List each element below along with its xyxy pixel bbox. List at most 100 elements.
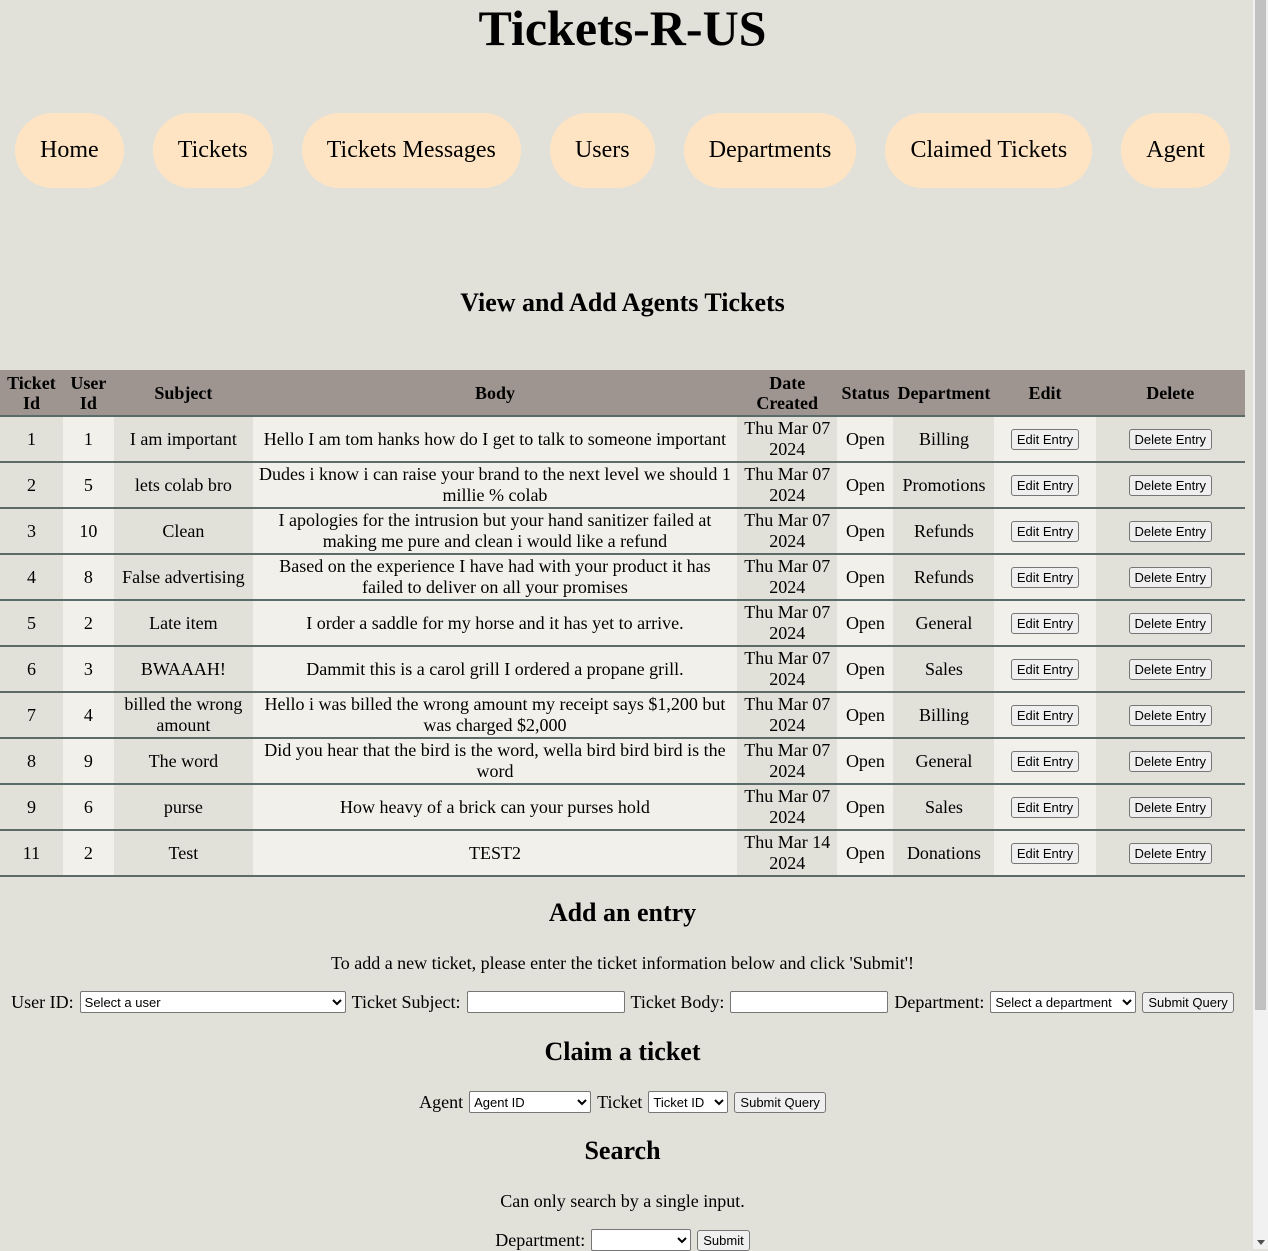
cell-ticket-id: 6 bbox=[0, 646, 63, 693]
cell-edit: Edit Entry bbox=[994, 554, 1096, 601]
cell-body: Did you hear that the bird is the word, … bbox=[252, 738, 737, 785]
search-form: Department: Submit bbox=[0, 1229, 1245, 1251]
cell-department: Sales bbox=[893, 646, 995, 693]
department-label: Department: bbox=[894, 991, 985, 1012]
claim-form: Agent Agent ID Ticket Ticket ID Submit Q… bbox=[0, 1091, 1245, 1113]
nav-home[interactable]: Home bbox=[15, 113, 124, 188]
cell-edit: Edit Entry bbox=[994, 462, 1096, 509]
edit-entry-button[interactable]: Edit Entry bbox=[1010, 521, 1080, 542]
cell-user-id: 2 bbox=[62, 600, 114, 647]
table-row: 8 9 The word Did you hear that the bird is … bbox=[0, 738, 1245, 785]
user-select[interactable]: Select a user bbox=[79, 991, 346, 1013]
vertical-scrollbar[interactable] bbox=[1253, 0, 1268, 1249]
cell-date-created: Thu Mar 07 2024 bbox=[736, 600, 838, 647]
add-entry-submit-button[interactable]: Submit Query bbox=[1142, 991, 1234, 1013]
cell-delete: Delete Entry bbox=[1095, 508, 1245, 555]
cell-date-created: Thu Mar 07 2024 bbox=[736, 738, 838, 785]
scrollbar-thumb[interactable] bbox=[1255, 0, 1266, 1010]
view-section-title: View and Add Agents Tickets bbox=[460, 288, 785, 317]
delete-entry-button[interactable]: Delete Entry bbox=[1128, 613, 1213, 634]
nav-tickets[interactable]: Tickets bbox=[152, 113, 273, 188]
add-entry-form: User ID: Select a user Ticket Subject: T… bbox=[0, 991, 1245, 1013]
delete-entry-button[interactable]: Delete Entry bbox=[1128, 843, 1213, 864]
edit-entry-button[interactable]: Edit Entry bbox=[1010, 475, 1080, 496]
edit-entry-button[interactable]: Edit Entry bbox=[1010, 751, 1080, 772]
cell-status: Open bbox=[837, 600, 894, 647]
cell-subject: purse bbox=[113, 784, 253, 831]
edit-entry-button[interactable]: Edit Entry bbox=[1010, 797, 1080, 818]
cell-subject: Clean bbox=[113, 508, 253, 555]
cell-delete: Delete Entry bbox=[1095, 462, 1245, 509]
cell-department: Sales bbox=[893, 784, 995, 831]
cell-ticket-id: 7 bbox=[0, 692, 63, 739]
site-title: Tickets-R-US bbox=[478, 0, 767, 56]
cell-status: Open bbox=[837, 646, 894, 693]
nav-claimed-tickets[interactable]: Claimed Tickets bbox=[885, 113, 1093, 188]
nav-departments[interactable]: Departments bbox=[683, 113, 857, 188]
delete-entry-button[interactable]: Delete Entry bbox=[1128, 567, 1213, 588]
delete-entry-button[interactable]: Delete Entry bbox=[1128, 659, 1213, 680]
cell-user-id: 1 bbox=[62, 416, 114, 463]
nav-users[interactable]: Users bbox=[549, 113, 655, 188]
nav-tickets-messages[interactable]: Tickets Messages bbox=[301, 113, 521, 188]
delete-entry-button[interactable]: Delete Entry bbox=[1128, 429, 1213, 450]
edit-entry-button[interactable]: Edit Entry bbox=[1010, 429, 1080, 450]
agent-select[interactable]: Agent ID bbox=[469, 1091, 592, 1113]
table-row: 2 5 lets colab bro Dudes i know i can raise… bbox=[0, 462, 1245, 509]
claim-submit-button[interactable]: Submit Query bbox=[734, 1091, 826, 1113]
cell-department: General bbox=[893, 600, 995, 647]
scroll-down-arrow-icon[interactable] bbox=[1257, 1240, 1265, 1245]
ticket-body-input[interactable] bbox=[730, 991, 889, 1013]
table-row: 11I am important Hello I am tom hanks how… bbox=[0, 416, 1245, 463]
table-row: 4 8 False advertising Based on the experien… bbox=[0, 554, 1245, 601]
delete-entry-button[interactable]: Delete Entry bbox=[1128, 705, 1213, 726]
cell-body: TEST2 bbox=[252, 830, 737, 877]
search-department-select[interactable] bbox=[591, 1229, 692, 1251]
department-select[interactable]: Select a department bbox=[990, 991, 1137, 1013]
delete-entry-button[interactable]: Delete Entry bbox=[1128, 797, 1213, 818]
table-row: 5 2 Late item I order a saddle for my horse… bbox=[0, 600, 1245, 647]
cell-edit: Edit Entry bbox=[994, 692, 1096, 739]
add-entry-hint: To add a new ticket, please enter the ti… bbox=[330, 953, 915, 973]
cell-user-id: 9 bbox=[62, 738, 114, 785]
cell-body: Based on the experience I have had with … bbox=[252, 554, 737, 601]
cell-status: Open bbox=[837, 554, 894, 601]
edit-entry-button[interactable]: Edit Entry bbox=[1010, 659, 1080, 680]
main-nav: Home Tickets Tickets Messages Users Depa… bbox=[0, 113, 1245, 188]
cell-department: Promotions bbox=[893, 462, 995, 509]
cell-user-id: 8 bbox=[62, 554, 114, 601]
ticket-subject-input[interactable] bbox=[466, 991, 625, 1013]
search-title: Search bbox=[584, 1136, 661, 1165]
cell-body: Hello i was billed the wrong amount my r… bbox=[252, 692, 737, 739]
delete-entry-button[interactable]: Delete Entry bbox=[1128, 751, 1213, 772]
edit-entry-button[interactable]: Edit Entry bbox=[1010, 613, 1080, 634]
search-department-label: Department: bbox=[495, 1229, 586, 1250]
cell-delete: Delete Entry bbox=[1095, 416, 1245, 463]
header-ticket-id: Ticket Id bbox=[0, 370, 63, 416]
cell-department: Donations bbox=[893, 830, 995, 877]
delete-entry-button[interactable]: Delete Entry bbox=[1128, 521, 1213, 542]
search-submit-button[interactable]: Submit bbox=[697, 1229, 750, 1251]
cell-department: Billing bbox=[893, 692, 995, 739]
ticket-select[interactable]: Ticket ID bbox=[648, 1091, 729, 1113]
cell-edit: Edit Entry bbox=[994, 830, 1096, 877]
cell-ticket-id: 11 bbox=[0, 830, 63, 877]
cell-date-created: Thu Mar 07 2024 bbox=[736, 784, 838, 831]
header-department: Department bbox=[893, 370, 995, 416]
cell-subject: False advertising bbox=[113, 554, 253, 601]
ticket-body-label: Ticket Body: bbox=[630, 991, 725, 1012]
cell-delete: Delete Entry bbox=[1095, 784, 1245, 831]
table-row: 9 6 purse How heavy of a brick can your pur… bbox=[0, 784, 1245, 831]
cell-body: Dammit this is a carol grill I ordered a… bbox=[252, 646, 737, 693]
edit-entry-button[interactable]: Edit Entry bbox=[1010, 567, 1080, 588]
cell-subject: Late item bbox=[113, 600, 253, 647]
cell-ticket-id: 5 bbox=[0, 600, 63, 647]
edit-entry-button[interactable]: Edit Entry bbox=[1010, 705, 1080, 726]
nav-agent[interactable]: Agent bbox=[1121, 113, 1230, 188]
cell-ticket-id: 2 bbox=[0, 462, 63, 509]
delete-entry-button[interactable]: Delete Entry bbox=[1128, 475, 1213, 496]
edit-entry-button[interactable]: Edit Entry bbox=[1010, 843, 1080, 864]
table-row: 6 3 BWAAAH! Dammit this is a carol grill I … bbox=[0, 646, 1245, 693]
cell-ticket-id: 1 bbox=[0, 416, 63, 463]
cell-ticket-id: 4 bbox=[0, 554, 63, 601]
